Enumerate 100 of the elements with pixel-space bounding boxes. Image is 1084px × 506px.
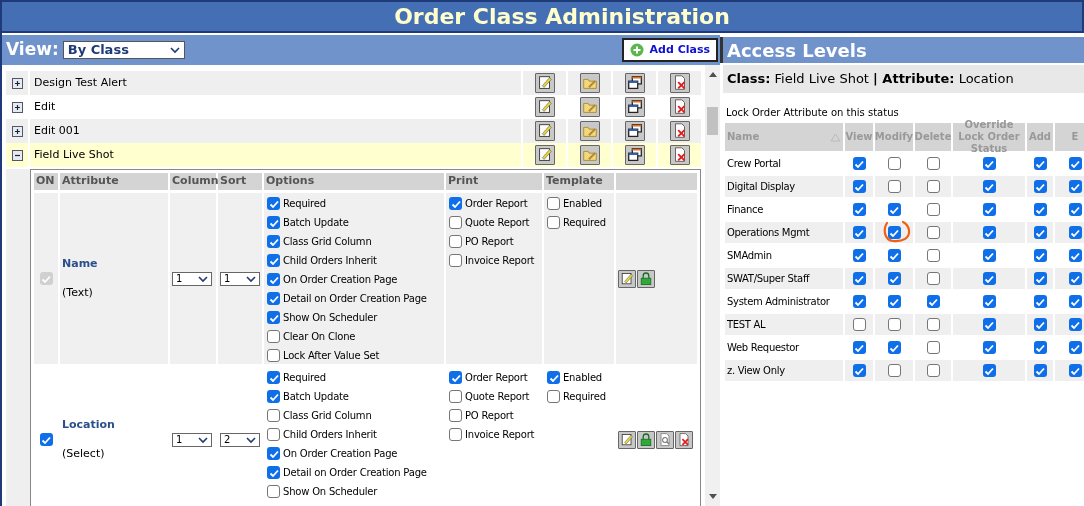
checkbox[interactable] [887,318,901,331]
checkbox[interactable] [887,272,901,285]
checkbox[interactable] [926,364,940,377]
checkbox[interactable] [1033,180,1047,193]
checkbox[interactable] [982,180,996,193]
class-row[interactable]: Edit 001 [6,119,701,143]
checkbox[interactable] [267,390,280,403]
checkbox[interactable] [852,318,866,331]
checkbox[interactable] [887,157,901,170]
lock-button[interactable] [637,430,655,449]
checkbox[interactable] [926,157,940,170]
checkbox[interactable] [982,226,996,239]
copy-button[interactable] [624,121,645,141]
checkbox[interactable] [887,203,901,216]
checkbox[interactable] [267,371,280,384]
checkbox[interactable] [852,249,866,262]
checkbox[interactable] [926,272,940,285]
checkbox[interactable] [852,341,866,354]
checkbox[interactable] [926,295,940,308]
checkbox[interactable] [449,428,462,441]
edit-button[interactable] [618,269,636,288]
checkbox[interactable] [852,364,866,377]
checkbox[interactable] [1033,272,1047,285]
checkbox[interactable] [982,318,996,331]
checkbox[interactable] [267,485,280,498]
checkbox[interactable] [449,390,462,403]
checkbox[interactable] [1033,318,1047,331]
edit-button[interactable] [534,121,555,141]
delete-button[interactable] [669,97,690,117]
checkbox[interactable] [982,364,996,377]
checkbox[interactable] [1033,295,1047,308]
class-row[interactable]: Design Test Alert [6,71,701,95]
checkbox[interactable] [1068,341,1082,354]
checkbox[interactable] [926,226,940,239]
checkbox[interactable] [926,249,940,262]
copy-button[interactable] [624,145,645,165]
copy-button[interactable] [624,97,645,117]
checkbox[interactable] [982,295,996,308]
checkbox[interactable] [982,249,996,262]
checkbox[interactable] [1033,226,1047,239]
checkbox[interactable] [926,180,940,193]
checkbox[interactable] [887,341,901,354]
sort-dropdown[interactable]: 2 [220,432,260,447]
checkbox[interactable] [39,433,53,446]
checkbox[interactable] [982,272,996,285]
checkbox[interactable] [1033,203,1047,216]
checkbox[interactable] [267,466,280,479]
checkbox[interactable] [267,428,280,441]
delete-button[interactable] [669,145,690,165]
checkbox[interactable] [982,203,996,216]
folder-button[interactable] [579,73,600,93]
delete-button[interactable] [675,430,693,449]
checkbox[interactable] [887,249,901,262]
checkbox[interactable] [449,409,462,422]
checkbox[interactable] [1068,249,1082,262]
checkbox[interactable] [982,341,996,354]
edit-button[interactable] [618,430,636,449]
folder-button[interactable] [579,145,600,165]
checkbox[interactable] [1068,318,1082,331]
checkbox[interactable] [887,295,901,308]
checkbox[interactable] [1068,272,1082,285]
column-dropdown[interactable]: 1 [172,432,212,447]
checkbox[interactable] [1068,226,1082,239]
checkbox[interactable] [926,203,940,216]
checkbox[interactable] [547,371,560,384]
scroll-thumb[interactable] [707,106,718,135]
folder-button[interactable] [579,97,600,117]
copy-button[interactable] [624,73,645,93]
checkbox[interactable] [547,390,560,403]
checkbox[interactable] [1033,249,1047,262]
checkbox[interactable] [1068,203,1082,216]
checkbox[interactable] [1068,180,1082,193]
add-class-button[interactable]: Add Class [621,38,718,62]
edit-button[interactable] [534,97,555,117]
checkbox[interactable] [852,295,866,308]
checkbox[interactable] [982,157,996,170]
checkbox[interactable] [267,409,280,422]
preview-button[interactable] [656,430,674,449]
lock-button[interactable] [637,269,655,288]
checkbox[interactable] [852,226,866,239]
view-dropdown[interactable]: By Class [62,41,185,59]
checkbox[interactable] [852,180,866,193]
checkbox[interactable] [887,226,901,239]
checkbox[interactable] [1033,157,1047,170]
checkbox[interactable] [1068,295,1082,308]
checkbox[interactable] [852,203,866,216]
checkbox[interactable] [1033,341,1047,354]
edit-button[interactable] [534,73,555,93]
checkbox[interactable] [926,341,940,354]
checkbox[interactable] [887,180,901,193]
checkbox[interactable] [1033,364,1047,377]
class-row[interactable]: Field Live Shot [6,143,701,167]
checkbox[interactable] [449,371,462,384]
delete-button[interactable] [669,121,690,141]
checkbox[interactable] [267,447,280,460]
delete-button[interactable] [669,73,690,93]
checkbox[interactable] [1068,157,1082,170]
edit-button[interactable] [534,145,555,165]
checkbox[interactable] [926,318,940,331]
folder-button[interactable] [579,121,600,141]
